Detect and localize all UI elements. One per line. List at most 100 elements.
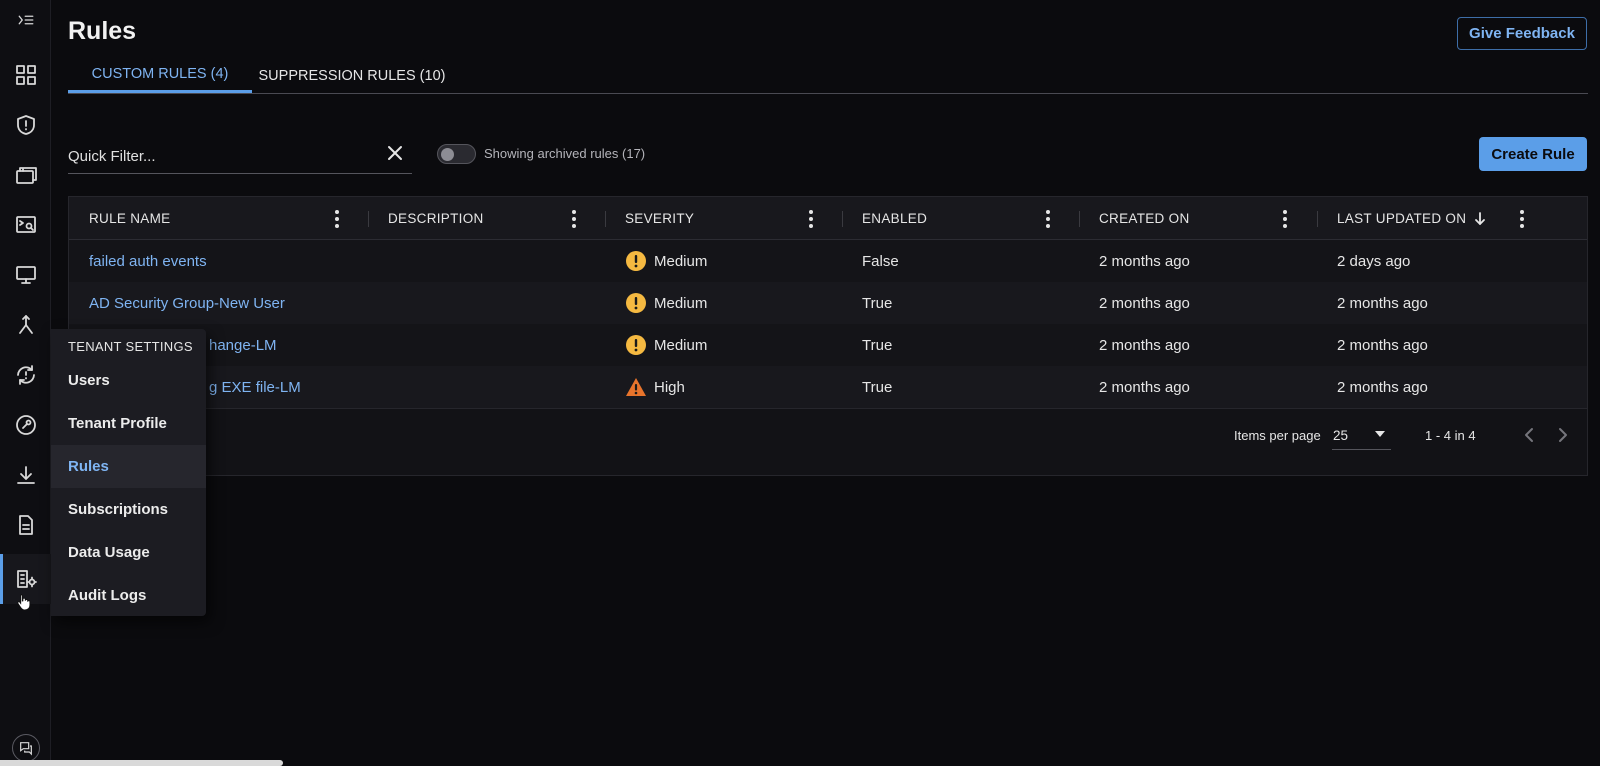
menu-item-audit-logs[interactable]: Audit Logs	[51, 574, 206, 617]
chevron-left-icon	[1525, 428, 1533, 442]
rule-enabled: True	[862, 294, 893, 312]
rule-severity: Medium	[605, 282, 707, 324]
nav-workflows[interactable]	[0, 300, 51, 350]
medium-severity-icon	[625, 292, 647, 314]
menu-item-data-usage[interactable]: Data Usage	[51, 531, 206, 574]
tenant-settings-menu: TENANT SETTINGS Users Tenant Profile Rul…	[51, 329, 206, 616]
rule-name-link[interactable]: hange-LM	[209, 324, 277, 366]
quick-filter-input[interactable]	[68, 142, 368, 170]
nav-monitor[interactable]	[0, 250, 51, 300]
tab-custom-rules[interactable]: CUSTOM RULES (4)	[68, 58, 252, 93]
nav-downloads[interactable]	[0, 450, 51, 500]
create-rule-button[interactable]: Create Rule	[1479, 137, 1587, 171]
close-icon	[388, 146, 402, 160]
expand-nav-button[interactable]	[0, 0, 51, 40]
nav-search[interactable]	[0, 200, 51, 250]
archived-rules-toggle[interactable]	[437, 144, 476, 164]
severity-label: Medium	[654, 252, 708, 270]
medium-severity-icon	[625, 250, 647, 272]
column-label: CREATED ON	[1099, 211, 1190, 226]
give-feedback-button[interactable]: Give Feedback	[1457, 17, 1587, 50]
table-header: RULE NAME DESCRIPTION SEVERITY ENABLED C…	[69, 197, 1587, 240]
rule-severity: High	[605, 366, 685, 408]
column-label: RULE NAME	[89, 211, 171, 226]
merge-icon	[18, 315, 33, 334]
chat-button[interactable]	[12, 734, 40, 762]
page-title: Rules	[68, 17, 137, 45]
wrench-icon	[15, 415, 36, 435]
caret-down-icon	[1375, 431, 1385, 437]
column-label: SEVERITY	[625, 211, 695, 226]
rule-created-on: 2 months ago	[1099, 378, 1190, 396]
rule-description	[368, 366, 388, 408]
tab-suppression-rules[interactable]: SUPPRESSION RULES (10)	[252, 58, 452, 94]
rule-description	[368, 240, 388, 282]
rule-last-updated: 2 months ago	[1337, 336, 1428, 354]
menu-item-subscriptions[interactable]: Subscriptions	[51, 488, 206, 531]
nav-dashboard[interactable]	[0, 50, 51, 100]
nav-alerts[interactable]	[0, 100, 51, 150]
rule-description	[368, 282, 388, 324]
column-label: ENABLED	[862, 211, 928, 226]
rule-enabled: False	[862, 252, 899, 270]
severity-label: Medium	[654, 294, 708, 312]
cases-icon	[15, 167, 37, 184]
menu-title: TENANT SETTINGS	[68, 339, 193, 354]
chat-icon	[20, 742, 32, 756]
column-menu-enabled[interactable]	[1040, 209, 1056, 229]
shield-alert-icon	[16, 115, 35, 135]
rule-created-on: 2 months ago	[1099, 336, 1190, 354]
menu-item-tenant-profile[interactable]: Tenant Profile	[51, 402, 206, 445]
column-menu-last-updated-on[interactable]	[1514, 209, 1530, 229]
rule-name-link[interactable]: AD Security Group-New User	[69, 282, 285, 324]
next-page-button[interactable]	[1552, 424, 1574, 446]
table-row[interactable]: failed auth events Medium False 2 months…	[69, 240, 1587, 283]
chevron-right-icon	[1559, 428, 1567, 442]
rule-created-on: 2 months ago	[1099, 252, 1190, 270]
menu-item-users[interactable]: Users	[51, 359, 206, 402]
toggle-knob	[441, 148, 454, 161]
pagination: Items per page 25 1 - 4 in 4	[69, 412, 1587, 462]
nav-reports[interactable]	[0, 500, 51, 550]
rule-name-link[interactable]: g EXE file-LM	[209, 366, 301, 408]
rule-name-link[interactable]: failed auth events	[69, 240, 207, 282]
rules-table: RULE NAME DESCRIPTION SEVERITY ENABLED C…	[68, 196, 1588, 476]
rules-tabs: CUSTOM RULES (4) SUPPRESSION RULES (10)	[68, 58, 1588, 94]
tenant-settings-icon	[16, 570, 37, 588]
sync-alert-icon	[16, 365, 35, 385]
nav-sync[interactable]	[0, 350, 51, 400]
page-size-select[interactable]: 25	[1332, 422, 1391, 450]
clear-filter-button[interactable]	[384, 142, 406, 164]
horizontal-scrollbar[interactable]	[0, 760, 283, 766]
column-label: LAST UPDATED ON	[1337, 211, 1467, 226]
menu-item-rules[interactable]: Rules	[51, 445, 206, 488]
items-per-page-label: Items per page	[1234, 428, 1321, 443]
column-menu-description[interactable]	[566, 209, 582, 229]
monitor-icon	[15, 266, 36, 284]
hand-cursor-icon	[16, 593, 32, 611]
severity-label: High	[654, 378, 685, 396]
table-row[interactable]: AD Security Group-New User Medium True 2…	[69, 282, 1587, 325]
column-menu-rule-name[interactable]	[329, 209, 345, 229]
severity-label: Medium	[654, 336, 708, 354]
sort-descending-icon	[1474, 211, 1486, 226]
rule-last-updated: 2 months ago	[1337, 378, 1428, 396]
page-range: 1 - 4 in 4	[1425, 428, 1476, 443]
archived-rules-label: Showing archived rules (17)	[484, 146, 646, 161]
rule-description	[368, 324, 388, 366]
table-row[interactable]: g EXE file-LM High True 2 months ago 2 m…	[69, 366, 1587, 409]
column-menu-created-on[interactable]	[1277, 209, 1293, 229]
rule-last-updated: 2 days ago	[1337, 252, 1411, 270]
previous-page-button[interactable]	[1518, 424, 1540, 446]
medium-severity-icon	[625, 334, 647, 356]
quick-filter	[68, 138, 412, 174]
nav-cases[interactable]	[0, 150, 51, 200]
column-header-last-updated-on[interactable]: LAST UPDATED ON	[1317, 197, 1587, 240]
page-size-value: 25	[1333, 428, 1349, 443]
column-menu-severity[interactable]	[803, 209, 819, 229]
column-label: DESCRIPTION	[388, 211, 484, 226]
table-row[interactable]: hange-LM Medium True 2 months ago 2 mont…	[69, 324, 1587, 367]
nav-rail	[0, 0, 51, 766]
column-header-rule-name[interactable]: RULE NAME	[69, 197, 369, 240]
nav-tools[interactable]	[0, 400, 51, 450]
